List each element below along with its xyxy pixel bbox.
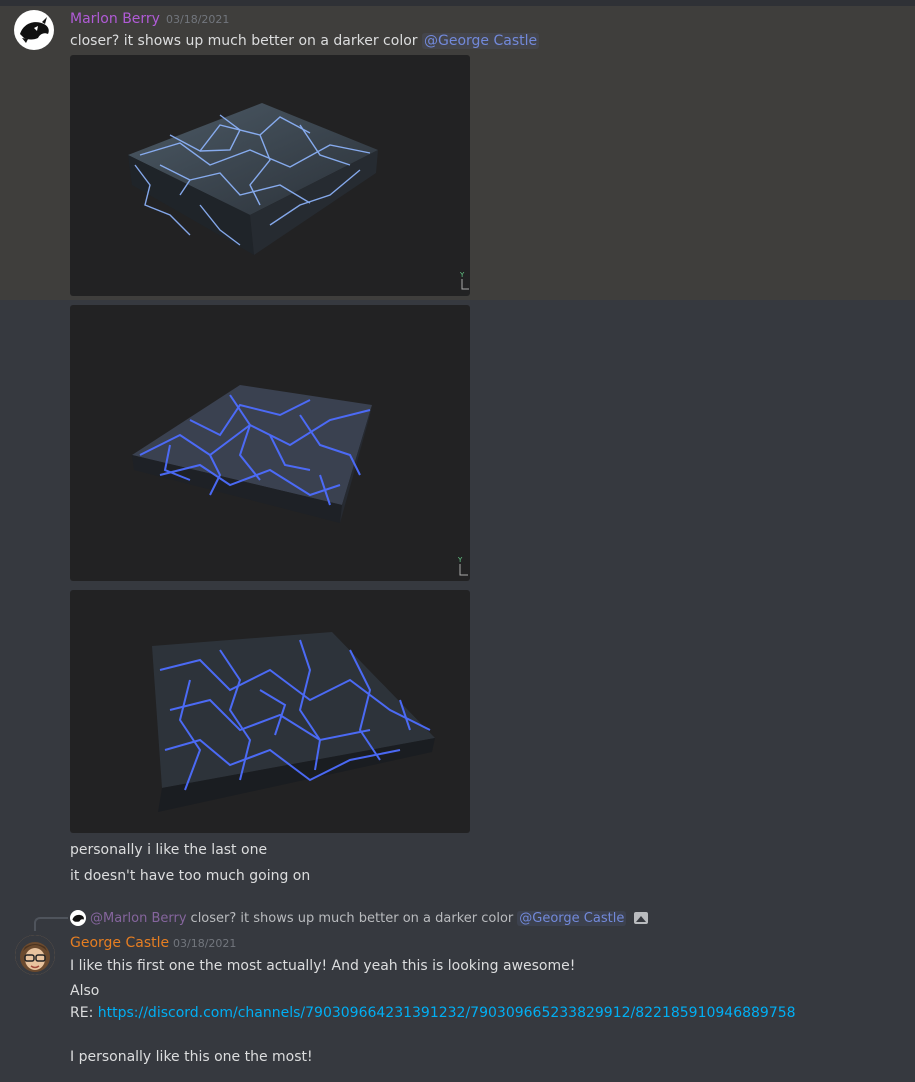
render-2-image: Y	[132, 385, 468, 576]
reply-mention[interactable]: @George Castle	[517, 910, 627, 926]
svg-text:Y: Y	[457, 556, 463, 564]
author-name[interactable]: Marlon Berry	[70, 10, 160, 28]
followup-text-1: personally i like the last one	[70, 842, 268, 858]
message-text: closer? it shows up much better on a dar…	[70, 32, 540, 50]
attachment-image-3[interactable]	[70, 590, 470, 833]
re-label: RE:	[70, 1005, 98, 1021]
reply-preview[interactable]: @Marlon Berry closer? it shows up much b…	[70, 910, 649, 926]
image-icon	[634, 912, 649, 924]
mention-george[interactable]: @George Castle	[421, 33, 540, 49]
render-1-image: Y	[128, 103, 469, 290]
svg-text:Y: Y	[459, 271, 465, 279]
followup-text-2: it doesn't have too much going on	[70, 868, 311, 884]
avatar-marlon[interactable]	[14, 10, 54, 50]
message-line-4: I personally like this one the most!	[70, 1049, 313, 1065]
channel-link[interactable]: https://discord.com/channels/79030966423…	[98, 1005, 796, 1021]
timestamp: 03/18/2021	[166, 13, 230, 26]
render-3-image	[152, 632, 435, 812]
cartoon-face-icon	[15, 935, 55, 975]
timestamp: 03/18/2021	[173, 937, 237, 950]
attachment-image-1[interactable]: Y	[70, 55, 470, 296]
reply-connector	[34, 917, 68, 931]
bull-logo-icon	[20, 17, 49, 43]
message-line-3: RE: https://discord.com/channels/7903096…	[70, 1004, 796, 1022]
message-text-body: closer? it shows up much better on a dar…	[70, 33, 422, 49]
author-name[interactable]: George Castle	[70, 934, 169, 952]
reply-avatar	[70, 910, 86, 926]
message-line-2: Also	[70, 983, 100, 999]
bull-logo-icon	[72, 914, 84, 922]
reply-author[interactable]: @Marlon Berry	[90, 911, 187, 926]
message-line-1: I like this first one the most actually!…	[70, 958, 576, 974]
avatar-george[interactable]	[15, 935, 55, 975]
attachment-image-2[interactable]: Y	[70, 305, 470, 581]
reply-text: closer? it shows up much better on a dar…	[190, 910, 514, 926]
